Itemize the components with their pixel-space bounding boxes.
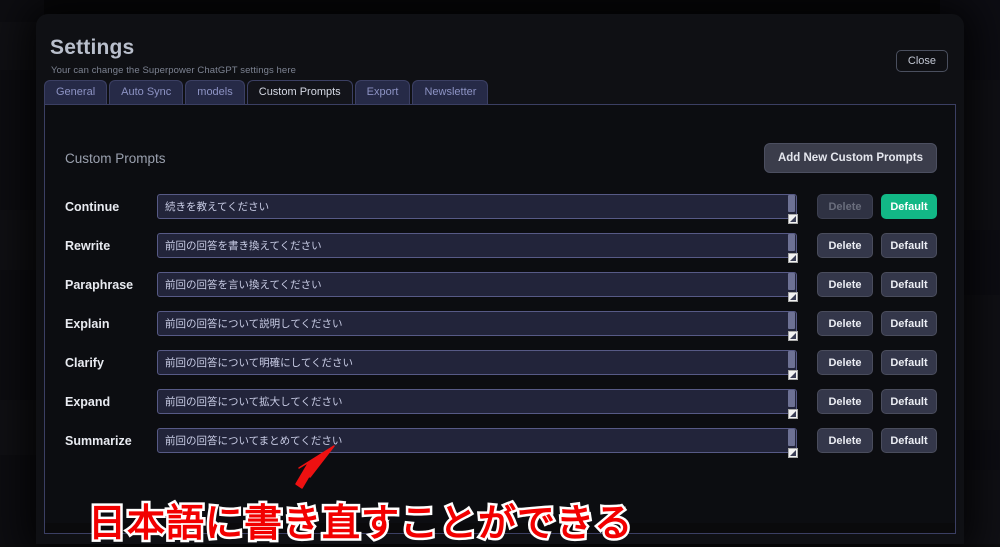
custom-prompts-list: Continue Delete Default Rewrite Delete Defaul… — [45, 173, 955, 460]
tab-bar: GeneralAuto SyncmodelsCustom PromptsExpo… — [44, 80, 964, 104]
custom-prompt-input[interactable] — [157, 428, 797, 453]
page-subtitle: Your can change the Superpower ChatGPT s… — [44, 65, 940, 76]
custom-prompt-label: Explain — [65, 317, 157, 331]
custom-prompt-input-wrapper — [157, 428, 797, 453]
custom-prompt-label: Paraphrase — [65, 278, 157, 292]
resize-handle-icon[interactable] — [788, 448, 798, 458]
default-button[interactable]: Default — [881, 389, 937, 414]
custom-prompt-label: Expand — [65, 395, 157, 409]
custom-prompt-row: Summarize Delete Default — [65, 421, 937, 460]
custom-prompt-input[interactable] — [157, 194, 797, 219]
custom-prompt-input-wrapper — [157, 194, 797, 219]
resize-handle-icon[interactable] — [788, 253, 798, 263]
resize-handle-icon[interactable] — [788, 370, 798, 380]
section-title: Custom Prompts — [65, 151, 166, 166]
custom-prompt-row: Explain Delete Default — [65, 304, 937, 343]
add-new-custom-prompts-button[interactable]: Add New Custom Prompts — [764, 143, 937, 173]
delete-button: Delete — [817, 194, 873, 219]
modal-header: Settings Your can change the Superpower … — [36, 14, 964, 80]
custom-prompt-input-wrapper — [157, 350, 797, 375]
custom-prompt-label: Summarize — [65, 434, 157, 448]
custom-prompt-row: Rewrite Delete Default — [65, 226, 937, 265]
delete-button[interactable]: Delete — [817, 233, 873, 258]
custom-prompt-input-wrapper — [157, 272, 797, 297]
annotation-caption: 日本語に書き直すことができる — [88, 492, 633, 547]
close-button[interactable]: Close — [896, 50, 948, 72]
resize-handle-icon[interactable] — [788, 409, 798, 419]
custom-prompt-input-wrapper — [157, 233, 797, 258]
custom-prompt-input[interactable] — [157, 233, 797, 258]
default-button[interactable]: Default — [881, 350, 937, 375]
tab-newsletter[interactable]: Newsletter — [412, 80, 488, 104]
delete-button[interactable]: Delete — [817, 350, 873, 375]
tab-auto-sync[interactable]: Auto Sync — [109, 80, 183, 104]
custom-prompt-input[interactable] — [157, 272, 797, 297]
delete-button[interactable]: Delete — [817, 428, 873, 453]
tab-general[interactable]: General — [44, 80, 107, 104]
custom-prompt-label: Rewrite — [65, 239, 157, 253]
default-button[interactable]: Default — [881, 233, 937, 258]
default-button[interactable]: Default — [881, 272, 937, 297]
default-button[interactable]: Default — [881, 311, 937, 336]
resize-handle-icon[interactable] — [788, 214, 798, 224]
settings-modal: Settings Your can change the Superpower … — [36, 14, 964, 544]
resize-handle-icon[interactable] — [788, 292, 798, 302]
delete-button[interactable]: Delete — [817, 389, 873, 414]
custom-prompt-input[interactable] — [157, 350, 797, 375]
resize-handle-icon[interactable] — [788, 331, 798, 341]
delete-button[interactable]: Delete — [817, 272, 873, 297]
custom-prompt-input[interactable] — [157, 311, 797, 336]
page-title: Settings — [44, 36, 940, 60]
delete-button[interactable]: Delete — [817, 311, 873, 336]
custom-prompt-row: Continue Delete Default — [65, 187, 937, 226]
tab-content-panel: Custom Prompts Add New Custom Prompts Co… — [44, 104, 956, 534]
tab-custom-prompts[interactable]: Custom Prompts — [247, 80, 353, 104]
tab-models[interactable]: models — [185, 80, 244, 104]
custom-prompt-label: Clarify — [65, 356, 157, 370]
tab-export[interactable]: Export — [355, 80, 411, 104]
custom-prompt-row: Paraphrase Delete Default — [65, 265, 937, 304]
custom-prompt-input-wrapper — [157, 389, 797, 414]
section-header: Custom Prompts Add New Custom Prompts — [45, 105, 955, 173]
default-button[interactable]: Default — [881, 428, 937, 453]
custom-prompt-input-wrapper — [157, 311, 797, 336]
default-button[interactable]: Default — [881, 194, 937, 219]
custom-prompt-row: Clarify Delete Default — [65, 343, 937, 382]
custom-prompt-input[interactable] — [157, 389, 797, 414]
custom-prompt-row: Expand Delete Default — [65, 382, 937, 421]
custom-prompt-label: Continue — [65, 200, 157, 214]
